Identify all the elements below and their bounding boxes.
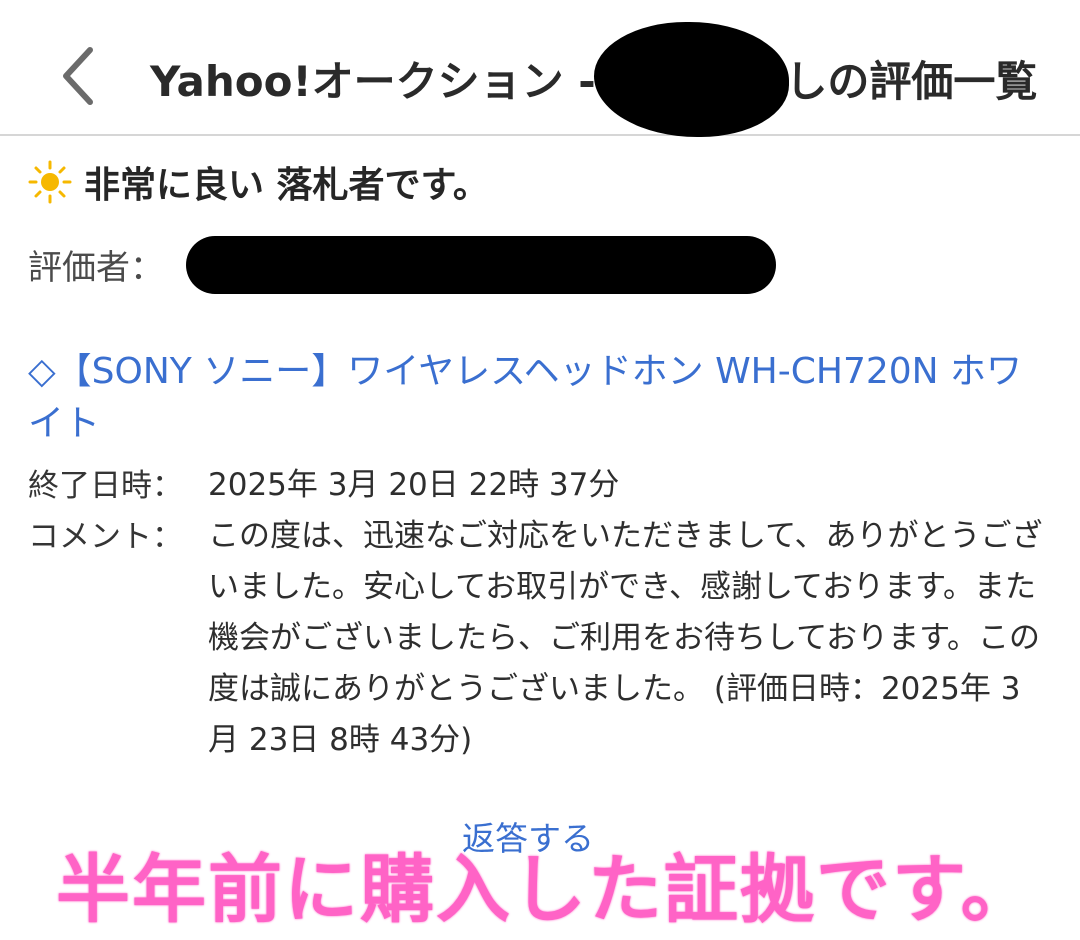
chevron-left-icon: [63, 47, 93, 105]
page-title-main: Yahoo!オークション -: [150, 57, 611, 106]
feedback-details: 終了日時： 2025年 3月 20日 22時 37分 コメント： この度は、迅速…: [28, 460, 1048, 766]
end-date-label: 終了日時：: [28, 468, 183, 504]
comment-label: コメント：: [28, 519, 183, 555]
end-date-value: 2025年 3月 20日 22時 37分: [208, 467, 620, 503]
comment-row: コメント： この度は、迅速なご対応をいただきまして、ありがとうございました。安心…: [28, 511, 1048, 766]
top-bar: Yahoo!オークション - しの評価一覧: [0, 0, 1080, 137]
item-title-link[interactable]: ◇【SONY ソニー】ワイヤレスヘッドホン WH-CH720N ホワイト: [28, 346, 1048, 450]
comment-value: この度は、迅速なご対応をいただきまして、ありがとうございました。安心してお取引が…: [208, 511, 1048, 766]
back-button[interactable]: [52, 40, 112, 110]
redaction-mark: [594, 22, 789, 137]
rating-text: 非常に良い 落札者です。: [84, 165, 489, 206]
rating-row: 非常に良い 落札者です。: [28, 154, 489, 210]
page-title-suffix: しの評価一覧: [785, 57, 1038, 106]
evaluator-label: 評価者：: [28, 248, 164, 288]
end-date-row: 終了日時： 2025年 3月 20日 22時 37分: [28, 460, 1048, 511]
overlay-caption: 半年前に購入した証拠です。: [56, 847, 1037, 933]
sun-icon: [28, 160, 72, 204]
redaction-mark: [186, 236, 776, 294]
